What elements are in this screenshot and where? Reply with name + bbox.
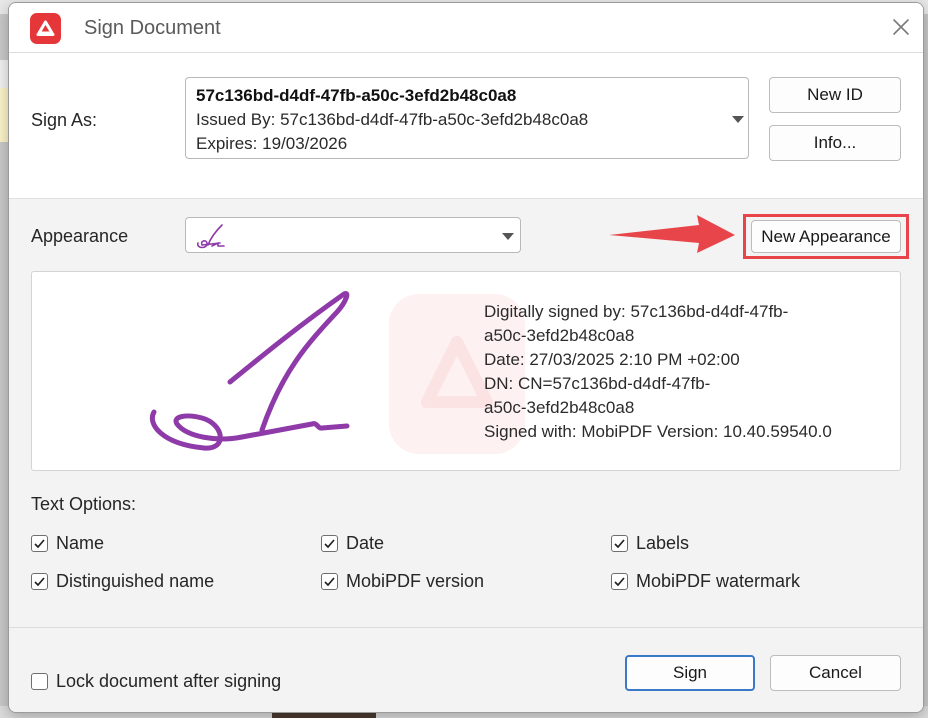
preview-line: Signed with: MobiPDF Version: 10.40.5954… [484, 422, 832, 441]
checkmark-icon [324, 539, 335, 549]
option-mobipdf-version[interactable]: MobiPDF version [321, 571, 484, 592]
sign-as-section: Sign As: 57c136bd-d4df-47fb-a50c-3efd2b4… [9, 53, 923, 199]
appearance-dropdown[interactable] [185, 217, 521, 253]
checkbox[interactable] [31, 535, 48, 552]
preview-line: a50c-3efd2b48c0a8 [484, 326, 635, 345]
sign-button[interactable]: Sign [625, 655, 755, 691]
signature-preview: Digitally signed by: 57c136bd-d4df-47fb-… [31, 271, 901, 471]
checkbox[interactable] [321, 573, 338, 590]
option-name[interactable]: Name [31, 533, 104, 554]
checkmark-icon [324, 577, 335, 587]
cancel-button[interactable]: Cancel [770, 655, 901, 691]
option-label: MobiPDF watermark [636, 571, 801, 591]
dialog-footer: Lock document after signing Sign Cancel [9, 628, 923, 712]
new-id-button[interactable]: New ID [769, 77, 901, 113]
lock-document-option[interactable]: Lock document after signing [31, 671, 281, 692]
sign-document-dialog: Sign Document Sign As: 57c136bd-d4df-47f… [8, 2, 924, 713]
option-label: Name [56, 533, 105, 553]
option-label: Labels [636, 533, 690, 553]
checkmark-icon [34, 539, 45, 549]
option-label: Distinguished name [56, 571, 215, 591]
sign-as-label: Sign As: [31, 110, 98, 130]
text-options-label: Text Options: [31, 494, 137, 514]
certificate-expiry: Expires: 19/03/2026 [196, 134, 348, 153]
checkmark-icon [614, 577, 625, 587]
close-icon[interactable] [889, 15, 913, 39]
info-button[interactable]: Info... [769, 125, 901, 161]
option-mobipdf-watermark[interactable]: MobiPDF watermark [611, 571, 800, 592]
option-date[interactable]: Date [321, 533, 384, 554]
preview-line: Date: 27/03/2025 2:10 PM +02:00 [484, 350, 740, 369]
checkbox[interactable] [31, 573, 48, 590]
chevron-down-icon [732, 116, 744, 123]
appearance-label: Appearance [31, 226, 129, 246]
checkbox[interactable] [321, 535, 338, 552]
signature-details: Digitally signed by: 57c136bd-d4df-47fb-… [484, 300, 874, 444]
certificate-issuer: Issued By: 57c136bd-d4df-47fb-a50c-3efd2… [196, 110, 589, 129]
option-distinguished-name[interactable]: Distinguished name [31, 571, 214, 592]
checkmark-icon [614, 539, 625, 549]
mobipdf-logo-icon [30, 13, 61, 44]
lock-label: Lock document after signing [56, 671, 282, 691]
option-label: MobiPDF version [346, 571, 485, 591]
new-appearance-button[interactable]: New Appearance [751, 220, 901, 253]
dialog-title: Sign Document [84, 17, 221, 39]
signature-drawing [149, 291, 350, 451]
chevron-down-icon [502, 233, 514, 240]
certificate-id: 57c136bd-d4df-47fb-a50c-3efd2b48c0a8 [196, 86, 517, 105]
lock-checkbox[interactable] [31, 673, 48, 690]
checkbox[interactable] [611, 535, 628, 552]
option-labels[interactable]: Labels [611, 533, 689, 554]
certificate-dropdown[interactable]: 57c136bd-d4df-47fb-a50c-3efd2b48c0a8 Iss… [185, 77, 749, 159]
preview-line: DN: CN=57c136bd-d4df-47fb- [484, 374, 711, 393]
checkbox[interactable] [611, 573, 628, 590]
option-label: Date [346, 533, 385, 553]
arrow-annotation-icon [609, 215, 735, 253]
checkmark-icon [34, 577, 45, 587]
title-bar: Sign Document [9, 3, 923, 53]
signature-thumbnail [197, 224, 225, 249]
preview-line: a50c-3efd2b48c0a8 [484, 398, 635, 417]
preview-line: Digitally signed by: 57c136bd-d4df-47fb- [484, 302, 789, 321]
